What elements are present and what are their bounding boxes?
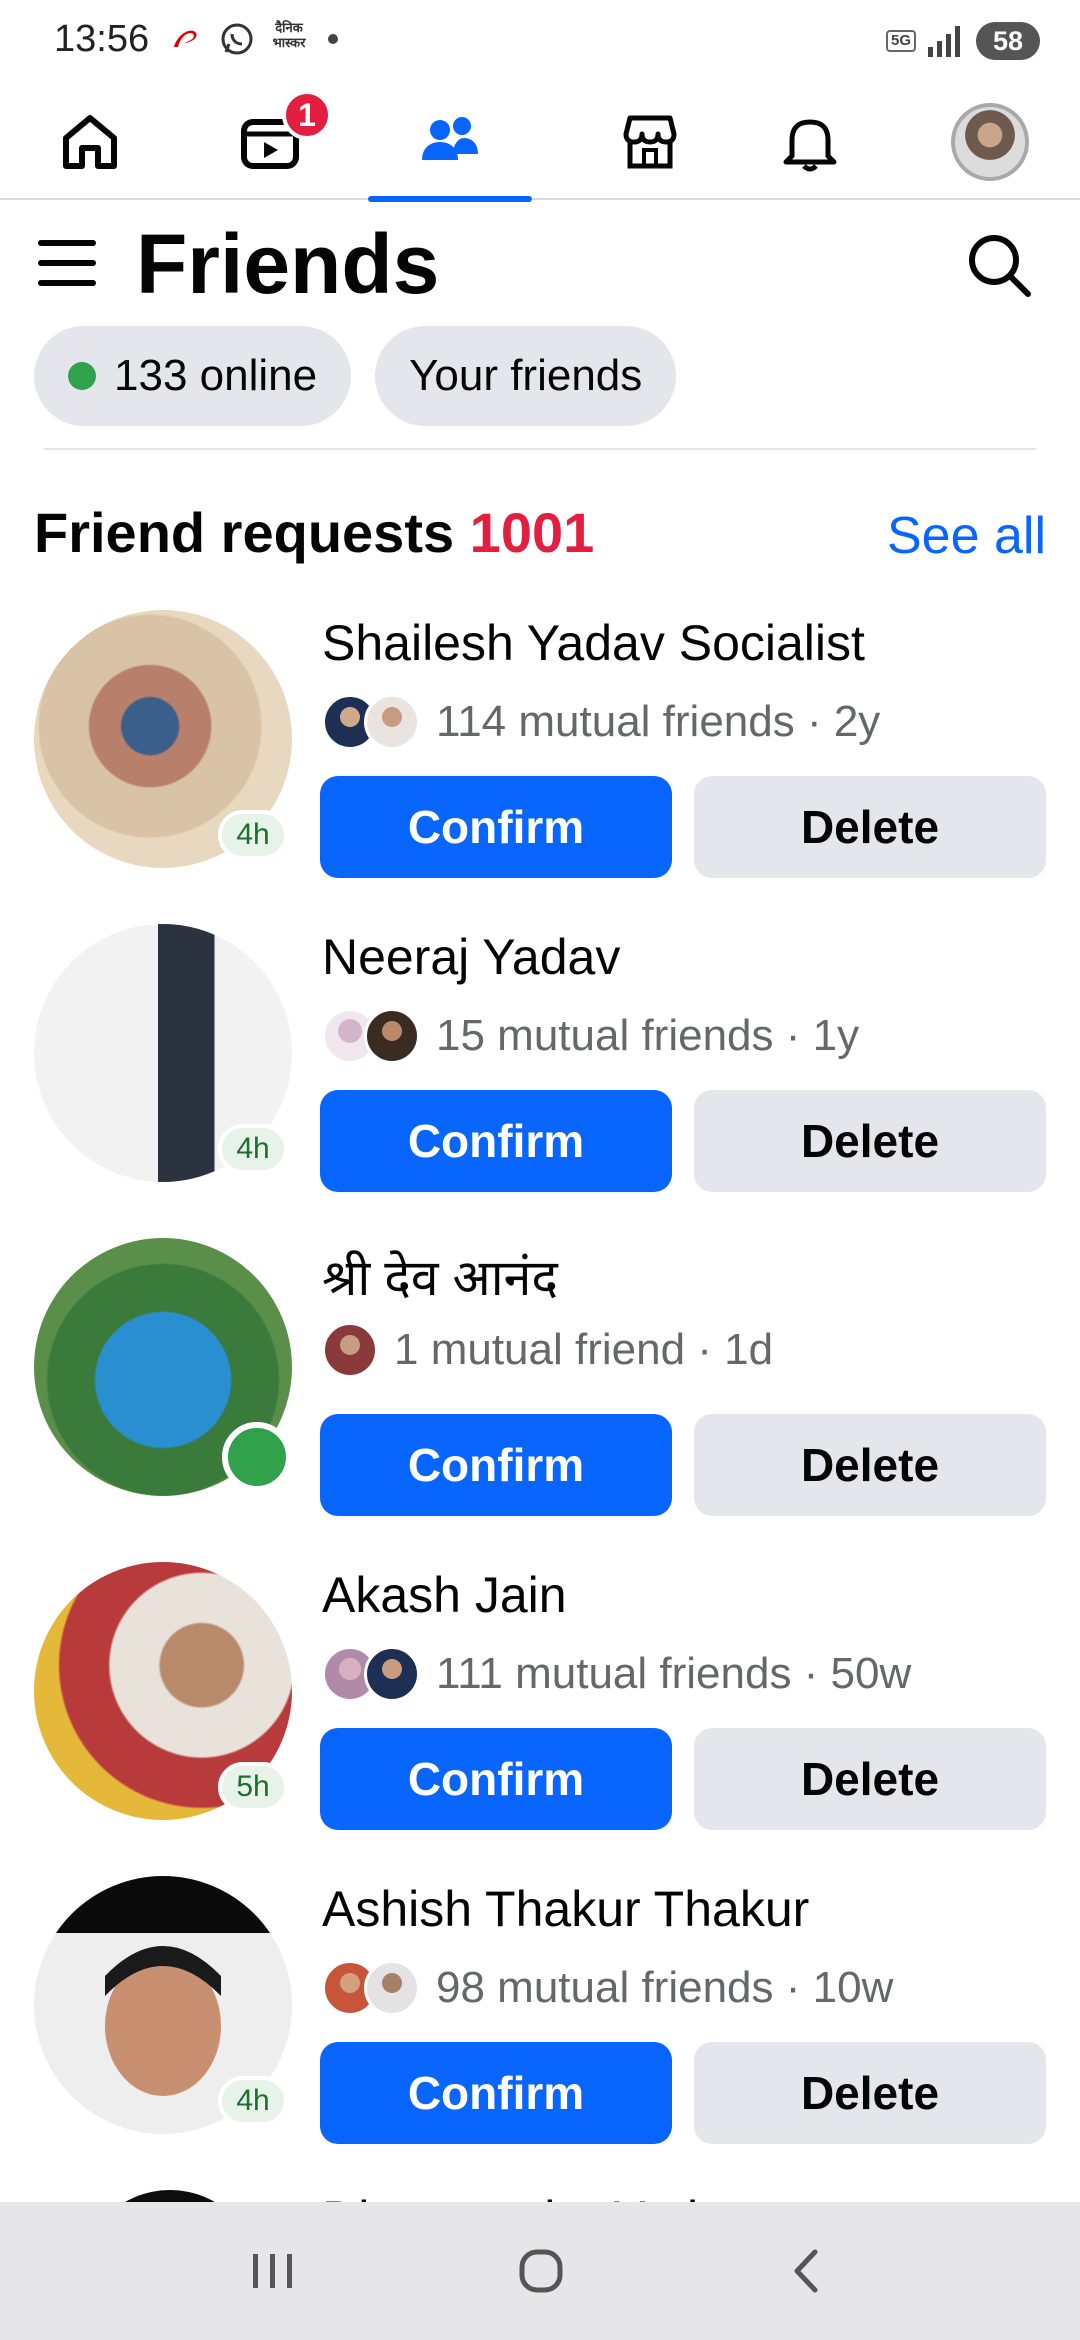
status-right: 5G 58: [885, 22, 1040, 60]
mutual-friends-text: 98 mutual friends · 10w: [436, 1963, 894, 2012]
nav-notifications[interactable]: [730, 84, 890, 200]
confirm-button[interactable]: Confirm: [320, 1090, 672, 1192]
online-chip[interactable]: 133 online: [34, 326, 352, 426]
see-all-link[interactable]: See all: [887, 506, 1046, 566]
notification-icons: दैनिक भास्कर: [168, 20, 338, 58]
back-icon[interactable]: [767, 2236, 847, 2306]
nav-marketplace[interactable]: [570, 84, 730, 200]
nav-profile[interactable]: [910, 84, 1070, 200]
request-name[interactable]: Akash Jain: [322, 1566, 567, 1624]
request-time-badge: 4h: [218, 1124, 288, 1174]
request-name[interactable]: Neeraj Yadav: [322, 928, 620, 986]
status-time: 13:56: [54, 18, 150, 60]
airtel-icon: [168, 21, 204, 57]
confirm-button[interactable]: Confirm: [320, 1728, 672, 1830]
network-type: 5G: [885, 30, 916, 52]
mutual-friend-avatar: [364, 1008, 420, 1064]
request-time-badge: 5h: [218, 1762, 288, 1812]
mutual-friends-text: 111 mutual friends · 50w: [436, 1649, 912, 1698]
home-icon: [63, 115, 117, 169]
delete-button[interactable]: Delete: [694, 776, 1046, 878]
friend-request-item: 4h Ashish Thakur Thakur 98 mutual friend…: [0, 1876, 1080, 2166]
nav-home[interactable]: [10, 84, 170, 200]
request-name[interactable]: Ashish Thakur Thakur: [322, 1880, 809, 1938]
mutual-friends-row: 98 mutual friends · 10w: [322, 1958, 893, 2018]
delete-button[interactable]: Delete: [694, 1728, 1046, 1830]
your-friends-chip[interactable]: Your friends: [375, 326, 677, 426]
friends-icon: [422, 117, 478, 160]
mutual-friend-avatar: [364, 1646, 420, 1702]
friend-request-item: श्री देव आनंद 1 mutual friend · 1d Confi…: [0, 1238, 1080, 1528]
signal-icon: [928, 26, 960, 57]
mutual-friends-row: 1 mutual friend · 1d: [322, 1320, 773, 1380]
divider: [44, 448, 1036, 450]
mutual-friend-avatar: [364, 1960, 420, 2016]
mutual-friends-text: 1 mutual friend · 1d: [394, 1325, 774, 1374]
video-badge: 1: [282, 90, 332, 140]
page-header: Friends: [0, 200, 1080, 326]
home-button-icon[interactable]: [500, 2236, 580, 2306]
friend-request-item: 4h Shailesh Yadav Socialist 114 mutual f…: [0, 610, 1080, 900]
dainik-bhaskar-icon: दैनिक भास्कर: [272, 20, 306, 50]
filter-chips: 133 online Your friends: [34, 326, 677, 426]
delete-button[interactable]: Delete: [694, 1090, 1046, 1192]
your-friends-chip-label: Your friends: [409, 351, 643, 400]
online-status-indicator: [222, 1422, 292, 1492]
whatsapp-icon: [218, 20, 256, 58]
friend-requests-heading: Friend requests 1001: [34, 500, 594, 565]
bell-icon: [783, 119, 837, 172]
delete-button[interactable]: Delete: [694, 2042, 1046, 2144]
confirm-button[interactable]: Confirm: [320, 1414, 672, 1516]
friend-request-item: 5h Akash Jain 111 mutual friends · 50w C…: [0, 1562, 1080, 1852]
mutual-friends-text: 114 mutual friends · 2y: [436, 697, 881, 746]
friend-requests-count: 1001: [469, 501, 595, 564]
nav-video[interactable]: 1: [190, 84, 350, 200]
nav-friends[interactable]: [368, 84, 532, 202]
confirm-button[interactable]: Confirm: [320, 2042, 672, 2144]
confirm-button[interactable]: Confirm: [320, 776, 672, 878]
online-chip-label: 133 online: [114, 351, 318, 400]
online-dot-icon: [68, 362, 96, 390]
request-time-badge: 4h: [218, 810, 288, 860]
more-notifications-dot: [328, 34, 338, 44]
system-navigation-bar: [0, 2202, 1080, 2340]
marketplace-icon: [623, 115, 677, 169]
top-nav: 1: [0, 84, 1080, 202]
mutual-friend-avatar: [322, 1322, 378, 1378]
mutual-friend-avatar: [364, 694, 420, 750]
request-name[interactable]: Shailesh Yadav Socialist: [322, 614, 865, 672]
status-bar: 13:56 दैनिक भास्कर 5G 58: [0, 0, 1080, 84]
mutual-friends-row: 111 mutual friends · 50w: [322, 1644, 911, 1704]
page-title: Friends: [136, 217, 440, 311]
battery-indicator: 58: [976, 22, 1040, 60]
request-name[interactable]: श्री देव आनंद: [322, 1242, 558, 1310]
friend-request-item: 4h Neeraj Yadav 15 mutual friends · 1y C…: [0, 924, 1080, 1214]
mutual-friends-text: 15 mutual friends · 1y: [436, 1011, 860, 1060]
recent-apps-icon[interactable]: [233, 2236, 313, 2306]
request-time-badge: 4h: [218, 2076, 288, 2126]
delete-button[interactable]: Delete: [694, 1414, 1046, 1516]
search-icon[interactable]: [964, 230, 1034, 300]
mutual-friends-row: 114 mutual friends · 2y: [322, 692, 880, 752]
menu-icon[interactable]: [38, 240, 96, 286]
mutual-friends-row: 15 mutual friends · 1y: [322, 1006, 859, 1066]
friend-requests-title: Friend requests: [34, 501, 455, 564]
profile-avatar: [951, 103, 1029, 181]
